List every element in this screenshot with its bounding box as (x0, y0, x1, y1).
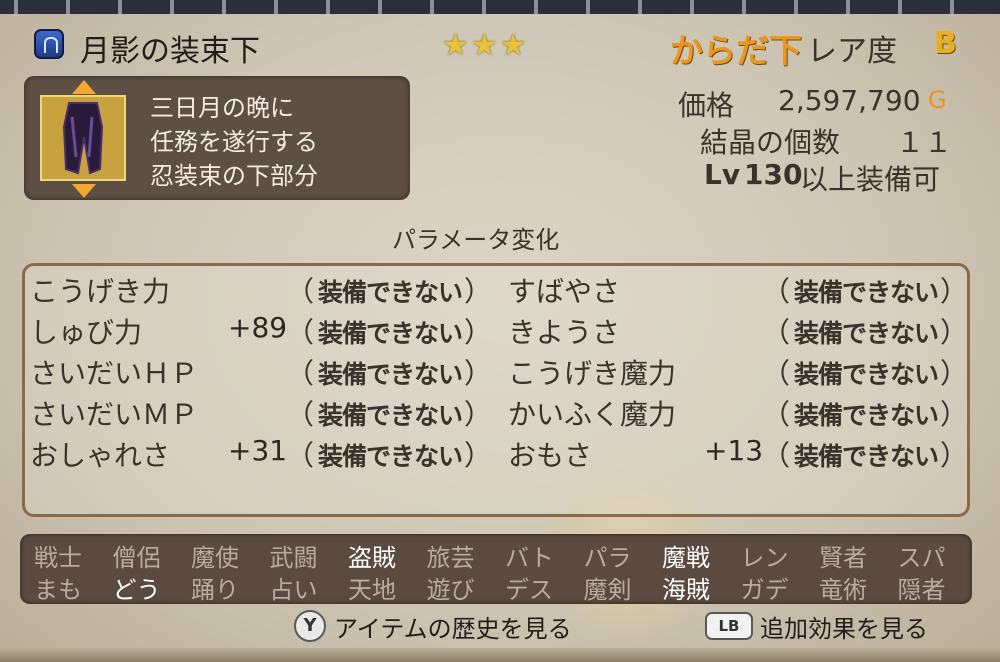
param-label: かいふく魔力 (508, 398, 677, 431)
job-label: 竜術 (819, 576, 867, 604)
job-label: スパ (897, 544, 946, 572)
param-label: こうげき魔力 (508, 357, 677, 390)
param-status: 装備できない (318, 360, 463, 389)
job-label: デス (505, 576, 553, 604)
param-status: 装備できない (794, 360, 939, 389)
job-label: ガデ (740, 576, 789, 604)
description-line: 三日月の晩に (150, 94, 294, 122)
param-label: すばやさ (508, 275, 621, 308)
param-status: 装備できない (794, 278, 939, 307)
job-label: 旅芸 (426, 544, 475, 572)
param-status: 装備できない (794, 319, 939, 348)
paren-close: ） (464, 398, 493, 431)
bottom-border (0, 648, 1000, 662)
armor-category-icon (34, 29, 64, 59)
param-value: +89 (228, 311, 288, 344)
paren-close: ） (464, 316, 493, 349)
job-label: レン (740, 544, 789, 572)
job-label: 戦士 (34, 544, 82, 572)
param-label: おもさ (508, 439, 593, 472)
level-value: 130 (744, 158, 803, 191)
job-label: まも (34, 576, 82, 604)
paren-open: （ (286, 275, 315, 308)
scroll-down-arrow-icon[interactable] (72, 184, 96, 198)
level-prefix: Lv (704, 158, 741, 191)
y-button-icon[interactable]: Y (294, 610, 326, 642)
paren-open: （ (762, 398, 791, 431)
job-label: 魔剣 (583, 576, 632, 604)
price-unit: G (928, 86, 947, 114)
paren-open: （ (286, 357, 315, 390)
job-label: 武闘 (269, 544, 318, 572)
paren-open: （ (762, 439, 791, 472)
paren-open: （ (286, 316, 315, 349)
description-line: 任務を遂行する (150, 128, 318, 156)
param-status: 装備できない (318, 401, 463, 430)
rarity-label: レア度 (807, 34, 897, 69)
param-status: 装備できない (794, 401, 939, 430)
paren-open: （ (762, 275, 791, 308)
crystal-label: 結晶の個数 (700, 126, 841, 159)
extra-effects-link[interactable]: 追加効果を見る (760, 609, 928, 644)
paren-close: ） (940, 316, 969, 349)
job-label: 魔使 (191, 544, 239, 572)
rarity-grade: B (934, 26, 957, 61)
paren-close: ） (464, 439, 493, 472)
job-label: 賢者 (819, 544, 867, 572)
paren-open: （ (286, 439, 315, 472)
job-label: 海賊 (662, 576, 710, 604)
param-label: さいだいＭＰ (30, 398, 199, 431)
job-label: 天地 (348, 576, 396, 604)
job-label: 隠者 (897, 576, 946, 604)
item-thumbnail (40, 95, 126, 181)
job-label: パラ (583, 544, 632, 572)
paren-open: （ (762, 357, 791, 390)
paren-close: ） (940, 357, 969, 390)
job-label: 遊び (426, 576, 475, 604)
description-line: 忍装束の下部分 (150, 162, 318, 190)
param-status: 装備できない (318, 442, 463, 471)
item-history-link[interactable]: アイテムの歴史を見る (334, 609, 572, 644)
param-value: +31 (228, 434, 288, 467)
param-label: しゅび力 (30, 316, 143, 349)
item-name: 月影の装束下 (80, 34, 260, 69)
param-status: 装備できない (318, 278, 463, 307)
top-border (0, 0, 1000, 14)
param-label: きようさ (508, 316, 621, 349)
level-suffix: 以上装備可 (800, 163, 941, 196)
job-label: 魔戦 (662, 544, 710, 572)
param-status: 装備できない (318, 319, 463, 348)
lb-button-icon[interactable]: LB (705, 612, 753, 640)
paren-close: ） (940, 439, 969, 472)
paren-close: ） (464, 275, 493, 308)
param-label: おしゃれさ (30, 439, 171, 472)
params-section-title: パラメータ変化 (392, 226, 560, 254)
paren-close: ） (940, 275, 969, 308)
job-label: バト (505, 544, 554, 572)
rarity-stars: ★★★ (442, 28, 529, 63)
paren-open: （ (762, 316, 791, 349)
pants-icon (62, 102, 104, 175)
param-status: 装備できない (794, 442, 939, 471)
param-value: +13 (704, 434, 764, 467)
job-label: 踊り (191, 576, 239, 604)
scroll-up-arrow-icon[interactable] (72, 80, 96, 94)
price-value: 2,597,790 (778, 84, 921, 117)
equip-slot: からだ下 (670, 31, 802, 70)
job-label: 僧侶 (112, 544, 161, 572)
paren-close: ） (464, 357, 493, 390)
job-label: 盗賊 (348, 544, 396, 572)
job-label: 占い (269, 576, 318, 604)
paren-close: ） (940, 398, 969, 431)
price-label: 価格 (678, 89, 735, 122)
crystal-count: １１ (896, 126, 953, 159)
job-label: どう (112, 576, 161, 604)
param-label: こうげき力 (30, 275, 171, 308)
paren-open: （ (286, 398, 315, 431)
param-label: さいだいＨＰ (30, 357, 199, 390)
